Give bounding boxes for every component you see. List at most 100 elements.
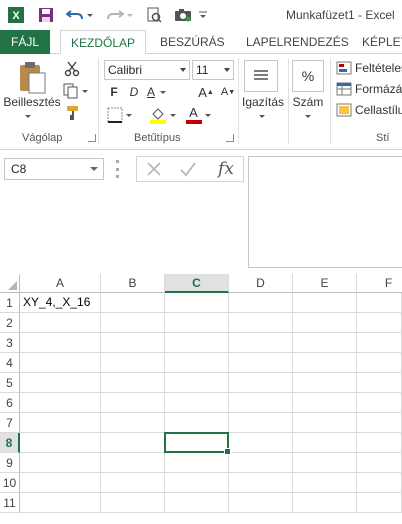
tab-page-layout[interactable]: LAPELRENDEZÉS [246, 30, 349, 54]
tab-file[interactable]: FÁJL [0, 30, 50, 54]
redo-icon[interactable] [104, 5, 126, 25]
undo-icon[interactable] [64, 5, 86, 25]
underline-dropdown-icon[interactable] [158, 83, 168, 101]
cell-d2[interactable] [229, 313, 293, 333]
cell-styles-button[interactable]: Cellastílu [336, 101, 402, 119]
cell-e6[interactable] [293, 393, 357, 413]
name-box[interactable]: C8 [4, 158, 104, 180]
cell-a11[interactable] [20, 493, 101, 513]
cell-e8[interactable] [293, 433, 357, 453]
cell-e4[interactable] [293, 353, 357, 373]
tab-formulas[interactable]: KÉPLET [362, 30, 402, 54]
format-as-table-button[interactable]: Formázá [336, 80, 402, 98]
row-header-1[interactable]: 1 [0, 293, 20, 313]
alignment-button[interactable]: Igazítás [240, 94, 286, 110]
select-all-corner[interactable] [0, 274, 20, 293]
camera-icon[interactable] [172, 5, 194, 25]
cell-b3[interactable] [101, 333, 165, 353]
cell-e1[interactable] [293, 293, 357, 313]
format-painter-icon[interactable] [62, 104, 82, 122]
cell-e2[interactable] [293, 313, 357, 333]
cell-f10[interactable] [357, 473, 402, 493]
cell-d1[interactable] [229, 293, 293, 313]
cell-d6[interactable] [229, 393, 293, 413]
formula-input[interactable] [248, 156, 402, 268]
cell-b9[interactable] [101, 453, 165, 473]
cell-a4[interactable] [20, 353, 101, 373]
cell-d7[interactable] [229, 413, 293, 433]
cell-e10[interactable] [293, 473, 357, 493]
cancel-entry-icon[interactable] [143, 159, 165, 179]
cell-a8[interactable] [20, 433, 101, 453]
cell-c1[interactable] [165, 293, 229, 313]
alignment-dropdown-icon[interactable] [256, 112, 268, 120]
cell-d8[interactable] [229, 433, 293, 453]
shrink-font-button[interactable]: A ▼ [220, 83, 236, 101]
number-format-icon[interactable]: % [292, 60, 324, 92]
cell-c7[interactable] [165, 413, 229, 433]
cell-a10[interactable] [20, 473, 101, 493]
number-button[interactable]: Szám [290, 94, 326, 110]
cell-c8[interactable] [165, 433, 229, 453]
tab-insert[interactable]: BESZÚRÁS [160, 30, 225, 54]
cell-c6[interactable] [165, 393, 229, 413]
row-header-10[interactable]: 10 [0, 473, 20, 493]
cell-f9[interactable] [357, 453, 402, 473]
borders-button[interactable] [104, 106, 134, 124]
row-header-8[interactable]: 8 [0, 433, 20, 453]
italic-button[interactable]: D [126, 83, 142, 101]
cell-d4[interactable] [229, 353, 293, 373]
cell-c3[interactable] [165, 333, 229, 353]
number-dropdown-icon[interactable] [302, 112, 314, 120]
cell-a2[interactable] [20, 313, 101, 333]
font-launcher-icon[interactable] [226, 134, 234, 142]
grow-font-button[interactable]: A ▲ [198, 83, 214, 101]
cell-b7[interactable] [101, 413, 165, 433]
row-header-3[interactable]: 3 [0, 333, 20, 353]
clipboard-launcher-icon[interactable] [88, 134, 96, 142]
cell-a5[interactable] [20, 373, 101, 393]
cell-f3[interactable] [357, 333, 402, 353]
cell-b2[interactable] [101, 313, 165, 333]
paste-button[interactable]: Beillesztés [2, 94, 62, 110]
enter-entry-icon[interactable] [177, 159, 199, 179]
font-size-dropdown-icon[interactable] [224, 68, 230, 72]
cell-f5[interactable] [357, 373, 402, 393]
cell-c10[interactable] [165, 473, 229, 493]
cell-e7[interactable] [293, 413, 357, 433]
paste-dropdown-icon[interactable] [22, 112, 34, 120]
cell-e11[interactable] [293, 493, 357, 513]
redo-dropdown-icon[interactable] [126, 5, 134, 25]
cell-b6[interactable] [101, 393, 165, 413]
bold-button[interactable]: F [106, 83, 122, 101]
cell-f7[interactable] [357, 413, 402, 433]
cell-c9[interactable] [165, 453, 229, 473]
row-header-7[interactable]: 7 [0, 413, 20, 433]
cell-f4[interactable] [357, 353, 402, 373]
row-header-5[interactable]: 5 [0, 373, 20, 393]
cell-d10[interactable] [229, 473, 293, 493]
name-box-dropdown-icon[interactable] [90, 167, 98, 171]
conditional-formatting-button[interactable]: Feltételes [336, 59, 402, 77]
cell-a7[interactable] [20, 413, 101, 433]
insert-function-icon[interactable]: fx [213, 158, 239, 180]
cell-a6[interactable] [20, 393, 101, 413]
cell-f11[interactable] [357, 493, 402, 513]
font-size-combo[interactable]: 11 [192, 60, 234, 80]
cell-a3[interactable] [20, 333, 101, 353]
cell-c5[interactable] [165, 373, 229, 393]
column-header-f[interactable]: F [357, 274, 402, 293]
cell-d3[interactable] [229, 333, 293, 353]
row-header-11[interactable]: 11 [0, 493, 20, 513]
column-header-a[interactable]: A [20, 274, 101, 293]
column-header-d[interactable]: D [229, 274, 293, 293]
save-icon[interactable] [36, 5, 56, 25]
cell-f8[interactable] [357, 433, 402, 453]
tab-home[interactable]: KEZDŐLAP [60, 30, 146, 55]
undo-dropdown-icon[interactable] [86, 5, 94, 25]
cell-d11[interactable] [229, 493, 293, 513]
print-preview-icon[interactable] [144, 5, 164, 25]
customize-qat-icon[interactable] [198, 5, 208, 25]
paste-icon[interactable] [14, 60, 50, 96]
column-header-e[interactable]: E [293, 274, 357, 293]
